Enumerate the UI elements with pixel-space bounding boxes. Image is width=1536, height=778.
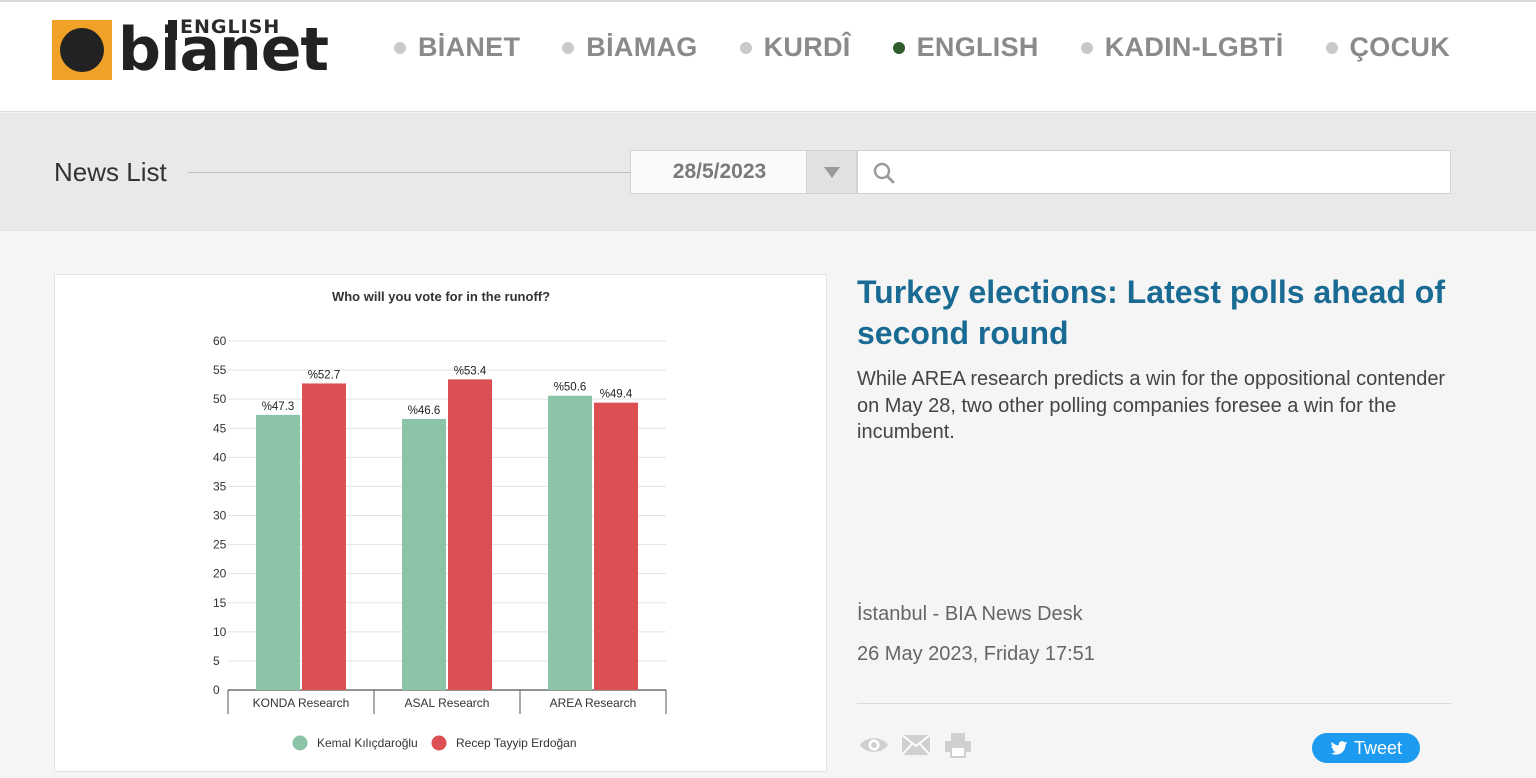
bianet-logo[interactable]: ENGLISH bianet	[52, 16, 354, 82]
legend-label: Kemal Kılıçdaroğlu	[317, 736, 418, 750]
article-date: 26 May 2023, Friday 17:51	[857, 643, 1095, 665]
legend-label: Recep Tayyip Erdoğan	[456, 736, 577, 750]
chart-title: Who will you vote for in the runoff?	[332, 289, 550, 304]
x-tick-label: AREA Research	[550, 696, 637, 710]
nav-item-kadin-lgbti[interactable]: KADIN-LGBTİ	[1080, 32, 1284, 63]
main-nav: BİANET BİAMAG KURDÎ ENGLISH KADIN-LGBTİ …	[352, 32, 1450, 63]
date-select[interactable]: 28/5/2023	[630, 150, 808, 194]
bar	[402, 418, 446, 690]
data-label: %47.3	[262, 401, 295, 413]
logo-mark-icon	[52, 20, 112, 80]
y-tick-label: 10	[213, 625, 227, 639]
chevron-down-icon	[823, 166, 840, 178]
bar	[594, 402, 638, 690]
bar	[548, 395, 592, 690]
data-label: %50.6	[554, 382, 587, 394]
nav-item-english[interactable]: ENGLISH	[892, 32, 1039, 63]
search-icon[interactable]	[872, 161, 896, 185]
logo-wordmark: bianet	[118, 15, 329, 85]
bar	[256, 414, 300, 690]
y-tick-label: 20	[213, 567, 227, 581]
y-tick-label: 15	[213, 596, 227, 610]
bullet-icon	[1080, 41, 1093, 54]
x-tick-label: KONDA Research	[253, 696, 350, 710]
legend-swatch	[292, 735, 308, 751]
y-tick-label: 60	[213, 334, 227, 348]
bar	[448, 379, 492, 690]
article-headline[interactable]: Turkey elections: Latest polls ahead of …	[857, 272, 1451, 354]
bar	[302, 383, 346, 690]
bullet-icon	[393, 41, 406, 54]
mail-icon[interactable]	[899, 732, 933, 758]
y-tick-label: 40	[213, 450, 227, 464]
data-label: %49.4	[600, 389, 633, 401]
legend-swatch	[431, 735, 447, 751]
bar-chart: Who will you vote for in the runoff? 0 5 10…	[213, 289, 667, 751]
bullet-icon	[892, 41, 905, 54]
site-header: ENGLISH bianet BİANET BİAMAG KURDÎ ENGLI…	[0, 0, 1536, 112]
y-tick-label: 50	[213, 392, 227, 406]
bullet-icon	[739, 41, 752, 54]
article-tools	[857, 732, 975, 758]
y-tick-label: 35	[213, 479, 227, 493]
view-icon[interactable]	[857, 732, 891, 758]
y-tick-label: 5	[213, 654, 220, 668]
twitter-bird-icon	[1330, 740, 1348, 755]
y-tick-label: 55	[213, 363, 227, 377]
data-label: %46.6	[408, 405, 441, 417]
divider	[857, 703, 1451, 704]
nav-item-kurdi[interactable]: KURDÎ	[739, 32, 851, 63]
article-chart-image[interactable]: Who will you vote for in the runoff? 0 5 10…	[54, 274, 827, 772]
nav-item-cocuk[interactable]: ÇOCUK	[1325, 32, 1451, 63]
divider	[188, 172, 630, 173]
bullet-icon	[562, 41, 575, 54]
y-tick-label: 30	[213, 509, 227, 523]
article-summary: While AREA research predicts a win for t…	[857, 368, 1446, 443]
bullet-icon	[1325, 41, 1338, 54]
search-input[interactable]	[906, 157, 1436, 187]
data-label: %53.4	[454, 365, 487, 377]
search-box	[857, 150, 1451, 194]
y-tick-label: 45	[213, 421, 227, 435]
x-tick-label: ASAL Research	[405, 696, 490, 710]
data-label: %52.7	[308, 369, 341, 381]
nav-item-biamag[interactable]: BİAMAG	[562, 32, 697, 63]
tweet-button[interactable]: Tweet	[1312, 733, 1420, 763]
article-teaser: Turkey elections: Latest polls ahead of …	[857, 272, 1451, 446]
news-list-bar: News List 28/5/2023	[0, 113, 1536, 231]
print-icon[interactable]	[941, 732, 975, 758]
y-tick-label: 0	[213, 683, 220, 697]
nav-item-bianet[interactable]: BİANET	[393, 32, 520, 63]
date-dropdown-button[interactable]	[806, 150, 857, 194]
article-location: İstanbul - BIA News Desk	[857, 603, 1083, 625]
y-tick-label: 25	[213, 538, 227, 552]
news-list-title: News List	[54, 157, 167, 187]
